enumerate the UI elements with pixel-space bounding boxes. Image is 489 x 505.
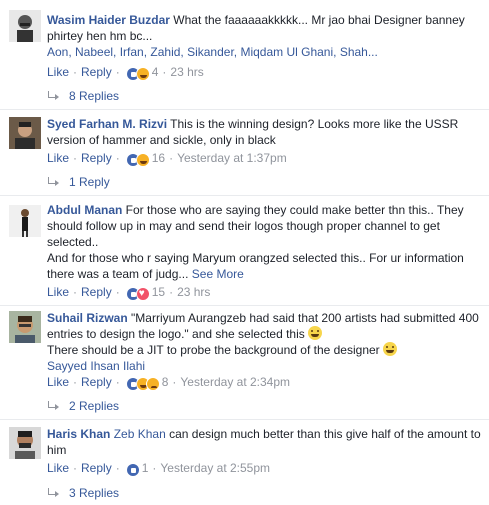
- haha-reaction-icon: [135, 67, 150, 81]
- mention-link[interactable]: Zeb Khan: [114, 427, 166, 441]
- comment-author[interactable]: Suhail Rizwan: [47, 311, 128, 325]
- replies-count: 3 Replies: [69, 486, 120, 500]
- reaction-summary[interactable]: [125, 377, 160, 393]
- avatar[interactable]: [9, 10, 41, 42]
- comment-actions: Like · Reply · 1 · Yesterday at 2:55pm: [47, 460, 270, 479]
- comment-body: Haris Khan Zeb Khan can design much bett…: [47, 426, 481, 458]
- reply-button[interactable]: Reply: [81, 375, 112, 389]
- reply-button[interactable]: Reply: [81, 151, 112, 165]
- comment-body: Abdul Manan For those who are saying the…: [47, 202, 481, 282]
- timestamp[interactable]: Yesterday at 2:55pm: [160, 461, 270, 475]
- sad-reaction-icon: [145, 377, 160, 391]
- avatar[interactable]: [9, 427, 41, 459]
- view-replies-link[interactable]: 1 Reply: [47, 174, 110, 190]
- comment-author[interactable]: Abdul Manan: [47, 203, 122, 217]
- comment-text-continued: There should be a JIT to probe the backg…: [47, 343, 380, 357]
- timestamp[interactable]: Yesterday at 2:34pm: [180, 375, 290, 389]
- like-button[interactable]: Like: [47, 461, 69, 475]
- view-replies-link[interactable]: 2 Replies: [47, 398, 119, 414]
- like-button[interactable]: Like: [47, 151, 69, 165]
- reply-button[interactable]: Reply: [81, 65, 112, 79]
- love-reaction-icon: [135, 287, 150, 301]
- reaction-count[interactable]: 16: [152, 151, 165, 165]
- haha-reaction-icon: [135, 153, 150, 167]
- reaction-summary[interactable]: [125, 287, 150, 303]
- timestamp[interactable]: 23 hrs: [170, 65, 203, 79]
- reaction-summary[interactable]: [125, 153, 150, 169]
- reply-arrow-icon: [47, 91, 61, 101]
- view-replies-link[interactable]: 3 Replies: [47, 485, 119, 501]
- reply-arrow-icon: [47, 488, 61, 498]
- reply-arrow-icon: [47, 401, 61, 411]
- avatar[interactable]: [9, 311, 41, 343]
- reply-arrow-icon: [47, 177, 61, 187]
- reaction-summary[interactable]: [125, 67, 150, 83]
- divider: [0, 419, 489, 420]
- reaction-summary[interactable]: [125, 463, 140, 479]
- comment-body: Syed Farhan M. Rizvi This is the winning…: [47, 116, 481, 148]
- comment-author[interactable]: Haris Khan: [47, 427, 110, 441]
- comment-actions: Like · Reply · 16 · Yesterday at 1:37pm: [47, 150, 287, 169]
- like-button[interactable]: Like: [47, 65, 69, 79]
- timestamp[interactable]: Yesterday at 1:37pm: [177, 151, 287, 165]
- replies-count: 8 Replies: [69, 89, 120, 103]
- comment-actions: Like·Reply·15·23 hrs: [47, 284, 210, 303]
- reply-button[interactable]: Reply: [81, 285, 112, 299]
- avatar[interactable]: [9, 205, 41, 237]
- reaction-count[interactable]: 15: [152, 285, 165, 299]
- replies-count: 1 Reply: [69, 175, 110, 189]
- reply-button[interactable]: Reply: [81, 461, 112, 475]
- divider: [0, 195, 489, 196]
- grin-emoji-icon: [308, 326, 323, 340]
- like-button[interactable]: Like: [47, 375, 69, 389]
- timestamp[interactable]: 23 hrs: [177, 285, 210, 299]
- like-reaction-icon: [125, 463, 140, 477]
- comment-actions: Like · Reply · 8 · Yesterday at 2:34pm: [47, 374, 290, 393]
- divider: [0, 305, 489, 306]
- comment-text-continued: And for those who r saying Maryum orangz…: [47, 251, 464, 281]
- mention-list[interactable]: Aon, Nabeel, Irfan, Zahid, Sikander, Miq…: [47, 45, 378, 59]
- comment-actions: Like · Reply · 4 · 23 hrs: [47, 64, 204, 83]
- divider: [0, 109, 489, 110]
- comment-text: can design much better than this give ha…: [47, 427, 481, 457]
- comment-author[interactable]: Wasim Haider Buzdar: [47, 13, 170, 27]
- grin-emoji-icon: [383, 342, 398, 356]
- mention-link[interactable]: Sayyed Ihsan Ilahi: [47, 359, 145, 373]
- comment-body: Wasim Haider Buzdar What the faaaaaakkkk…: [47, 12, 481, 60]
- comment-body: Suhail Rizwan "Marriyum Aurangzeb had sa…: [47, 310, 481, 374]
- like-button[interactable]: Like: [47, 285, 69, 299]
- replies-count: 2 Replies: [69, 399, 120, 413]
- view-replies-link[interactable]: 8 Replies: [47, 88, 119, 104]
- see-more-link[interactable]: See More: [192, 267, 244, 281]
- avatar[interactable]: [9, 117, 41, 149]
- comment-author[interactable]: Syed Farhan M. Rizvi: [47, 117, 167, 131]
